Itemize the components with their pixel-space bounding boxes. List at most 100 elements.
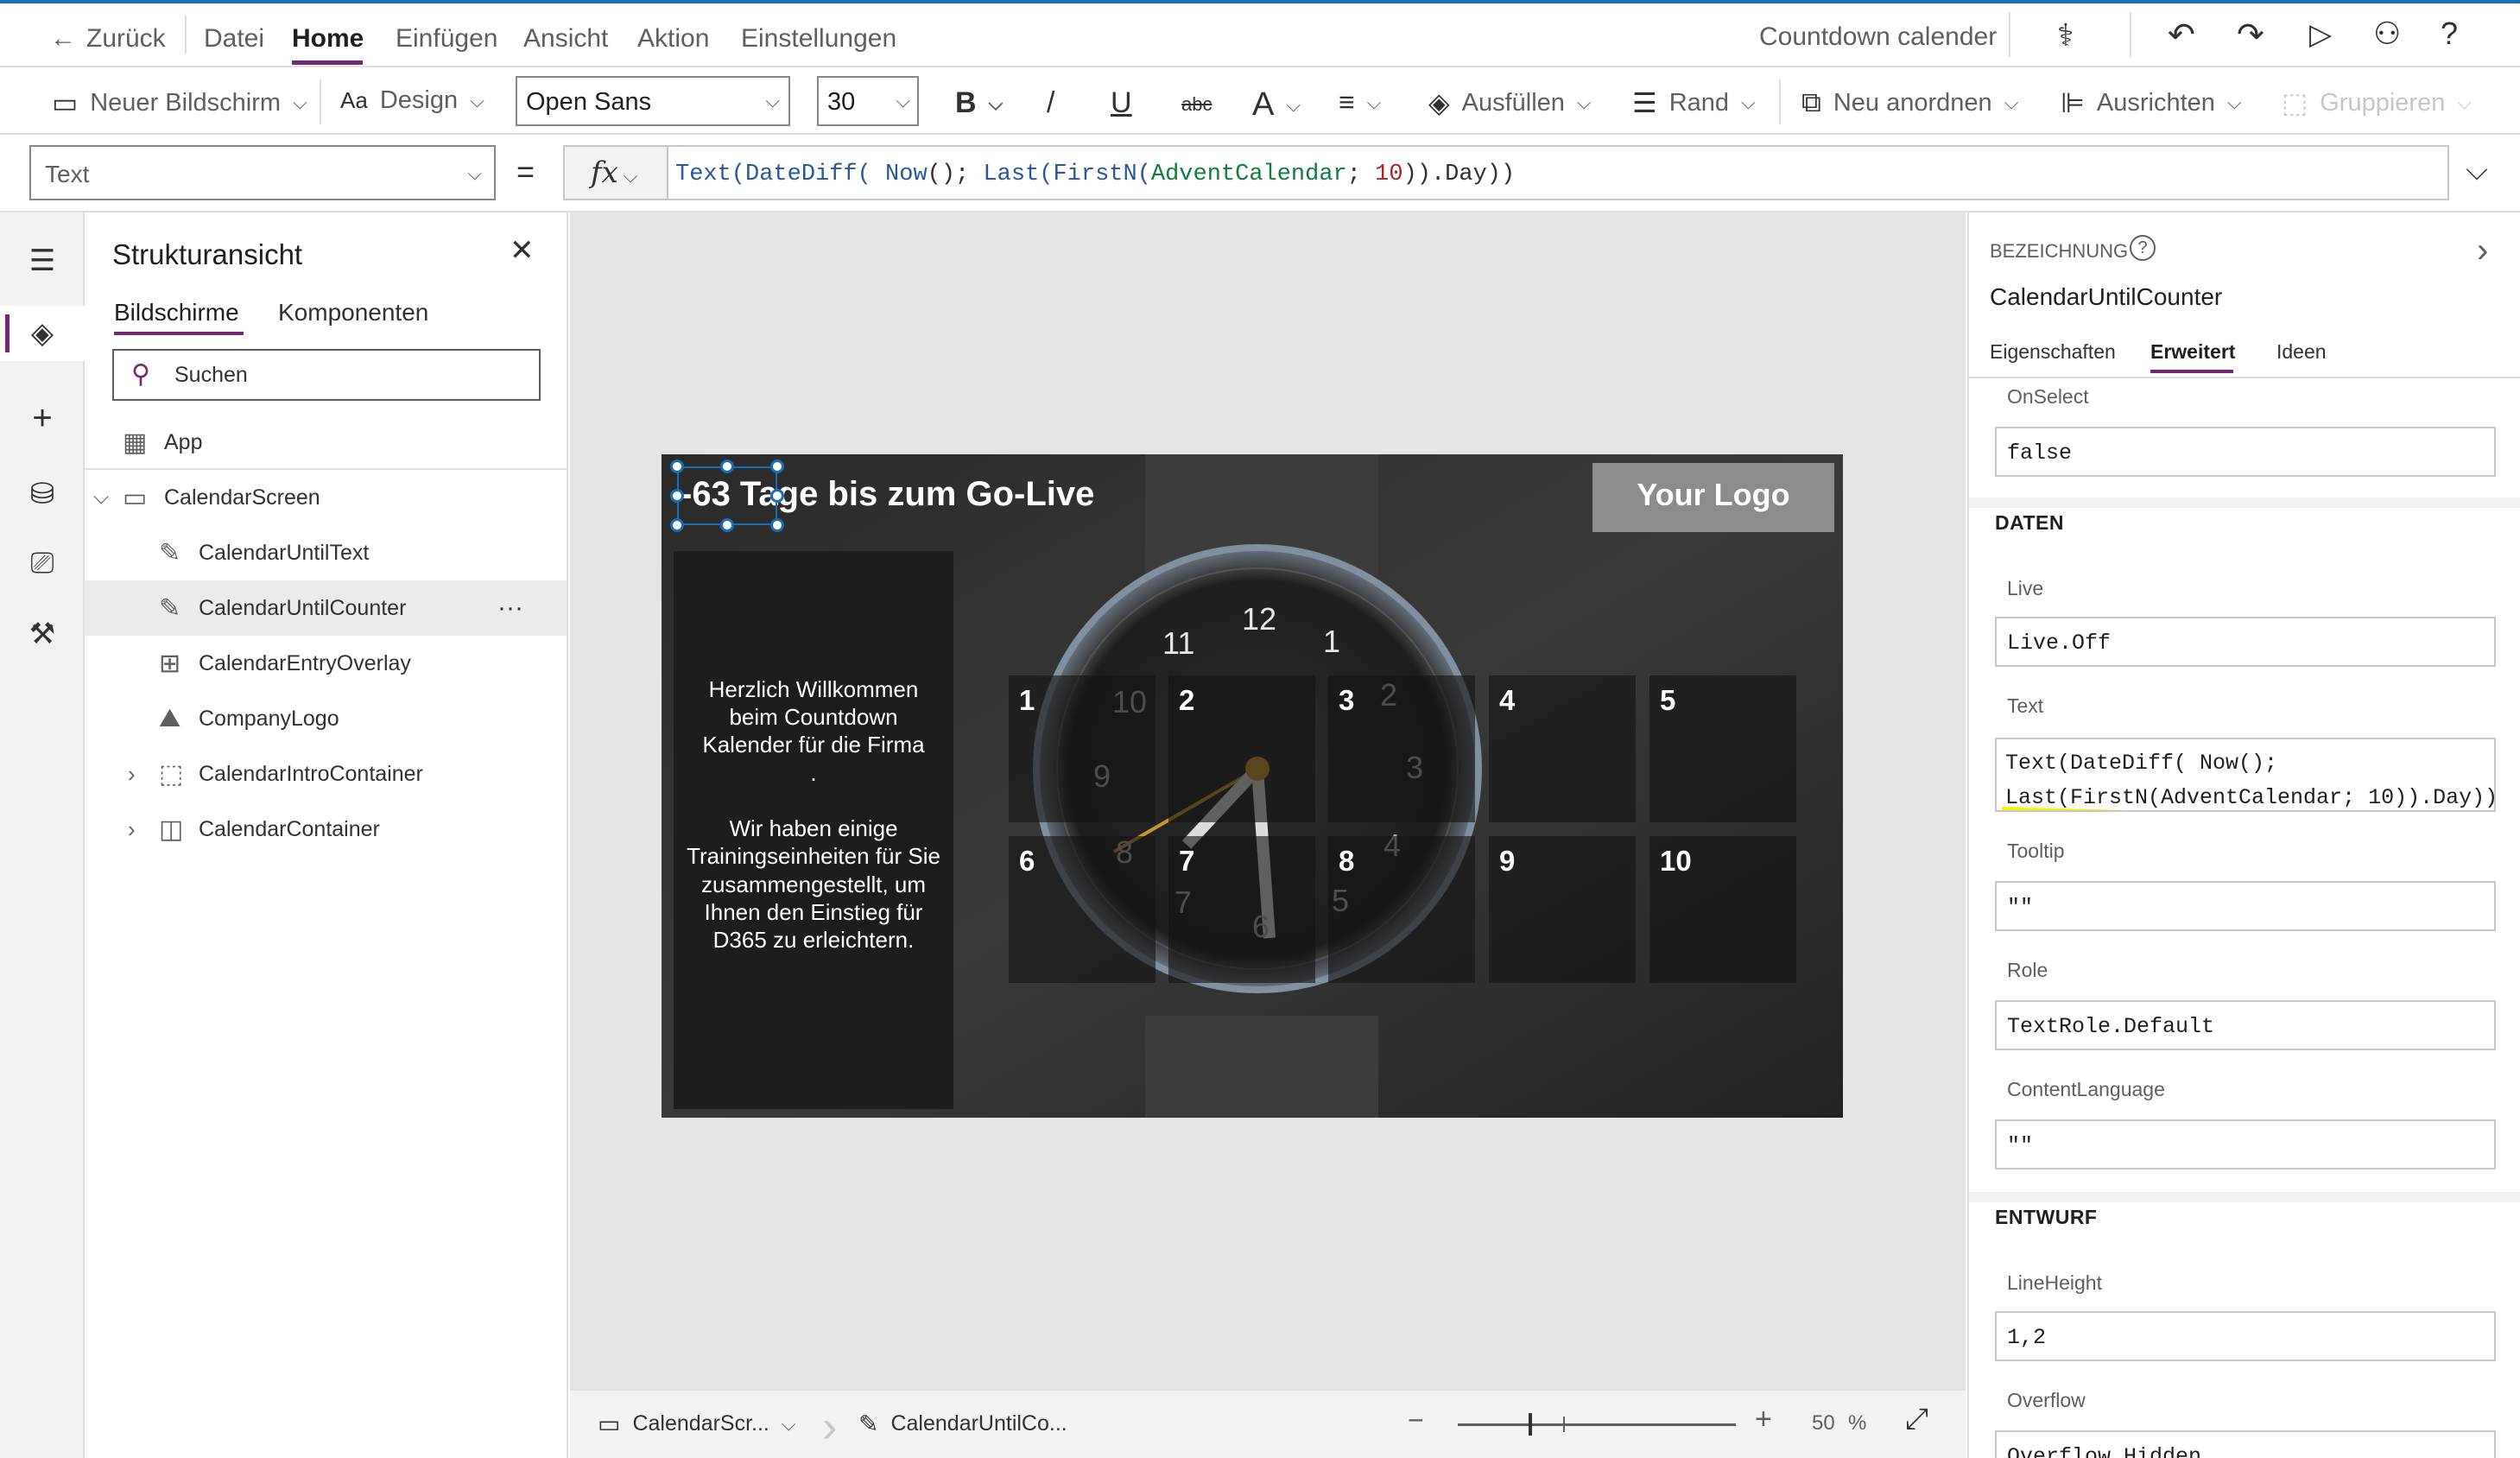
tab-eigenschaften[interactable]: Eigenschaften: [1990, 340, 2116, 364]
calendar-tile[interactable]: 9: [1489, 836, 1636, 983]
chevron-right-icon: ›: [128, 815, 136, 842]
selection-frame: [677, 466, 777, 525]
zoom-out-button[interactable]: −: [1408, 1404, 1424, 1436]
fx-button[interactable]: fx ⌵: [563, 145, 668, 200]
calendar-tile[interactable]: 6: [1009, 836, 1156, 983]
design-button[interactable]: Aa Design ⌵: [340, 86, 484, 115]
overflow-input[interactable]: Overflow.Hidden: [1995, 1430, 2496, 1458]
share-user-icon[interactable]: ⚇: [2373, 16, 2401, 52]
text-input[interactable]: Text(DateDiff( Now(); Last(FirstN(Advent…: [1995, 738, 2496, 812]
underline-button[interactable]: U: [1111, 86, 1132, 120]
section-entwurf: ENTWURF: [1995, 1206, 2098, 1228]
resize-handle[interactable]: [720, 460, 734, 473]
tree-item-calendarscreen[interactable]: ⌵ ▭ CalendarScreen: [85, 470, 567, 525]
active-tab-underline: [2150, 370, 2233, 373]
tree-item-calendarintrocontainer[interactable]: › ⬚ CalendarIntroContainer: [85, 746, 567, 802]
more-options-icon[interactable]: ···: [497, 593, 523, 623]
italic-button[interactable]: /: [1047, 86, 1054, 120]
menu-einfuegen[interactable]: Einfügen: [396, 24, 497, 54]
resize-handle[interactable]: [770, 489, 784, 503]
group-button[interactable]: ⬚ Gruppieren ⌵: [2282, 86, 2472, 119]
contentlanguage-input[interactable]: "": [1995, 1119, 2496, 1170]
expand-formula-icon[interactable]: ⌵: [2449, 145, 2504, 200]
close-icon[interactable]: ✕: [510, 233, 535, 268]
resize-handle[interactable]: [720, 518, 734, 532]
insert-plus-icon[interactable]: +: [0, 390, 85, 446]
fill-button[interactable]: ◈ Ausfüllen ⌵: [1428, 86, 1592, 119]
strikethrough-button[interactable]: abc: [1181, 93, 1212, 116]
tab-bildschirme[interactable]: Bildschirme: [114, 299, 239, 326]
data-cylinder-icon[interactable]: ⛁: [0, 466, 85, 522]
tree-item-companylogo[interactable]: ⛰ CompanyLogo: [85, 691, 567, 746]
resize-handle[interactable]: [770, 460, 784, 473]
hamburger-menu-icon[interactable]: ☰: [0, 233, 85, 288]
calendar-tile[interactable]: 3: [1328, 675, 1475, 822]
tab-erweitert[interactable]: Erweitert: [2150, 340, 2235, 364]
new-screen-button[interactable]: ▭ Neuer Bildschirm ⌵: [52, 86, 307, 119]
undo-icon[interactable]: ↶: [2168, 16, 2195, 54]
calendar-tile[interactable]: 8: [1328, 836, 1475, 983]
menu-ansicht[interactable]: Ansicht: [523, 24, 608, 54]
tooltip-label: Tooltip: [2007, 840, 2065, 862]
live-input[interactable]: Live.Off: [1995, 617, 2496, 667]
formula-input[interactable]: Text(DateDiff( Now(); Last(FirstN(Advent…: [668, 145, 2449, 200]
control-breadcrumb[interactable]: ✎ CalendarUntilCo...: [858, 1410, 1067, 1438]
zoom-in-button[interactable]: +: [1755, 1403, 1772, 1436]
resize-handle[interactable]: [770, 518, 784, 532]
calendar-tile[interactable]: 7: [1168, 836, 1315, 983]
tools-icon[interactable]: ⚒: [0, 606, 85, 662]
tree-item-calendaruntilcounter[interactable]: ✎ CalendarUntilCounter ···: [85, 580, 567, 636]
stethoscope-icon[interactable]: ⚕: [2057, 17, 2074, 54]
media-icon[interactable]: ⎚: [0, 536, 85, 591]
menu-home[interactable]: Home: [292, 24, 364, 54]
zoom-value[interactable]: 50: [1812, 1411, 1835, 1436]
resize-handle[interactable]: [670, 489, 684, 503]
calendar-tile[interactable]: 2: [1168, 675, 1315, 822]
help-icon[interactable]: ?: [2441, 16, 2458, 52]
company-logo[interactable]: Your Logo: [1592, 463, 1834, 532]
calendar-tile[interactable]: 4: [1489, 675, 1636, 822]
font-size-select[interactable]: 30 ⌵: [817, 76, 919, 126]
tooltip-input[interactable]: "": [1995, 881, 2496, 931]
calendar-tile[interactable]: 5: [1649, 675, 1796, 822]
calendar-tile[interactable]: 1: [1009, 675, 1156, 822]
tree-item-calendarentryoverlay[interactable]: ⊞ CalendarEntryOverlay: [85, 636, 567, 691]
calendar-tile[interactable]: 10: [1649, 836, 1796, 983]
tree-item-calendarcontainer[interactable]: › ◫ CalendarContainer: [85, 802, 567, 857]
resize-handle[interactable]: [670, 460, 684, 473]
resize-handle[interactable]: [670, 518, 684, 532]
lineheight-input[interactable]: 1,2: [1995, 1311, 2496, 1361]
text-align-button[interactable]: ≡ ⌵: [1339, 86, 1381, 118]
control-name[interactable]: CalendarUntilCounter: [1990, 283, 2222, 311]
border-button[interactable]: ☰ Rand ⌵: [1632, 86, 1756, 119]
search-input[interactable]: ⚲ Suchen: [112, 349, 541, 401]
menu-aktion[interactable]: Aktion: [637, 24, 709, 54]
play-icon[interactable]: ▷: [2309, 17, 2332, 52]
redo-icon[interactable]: ↷: [2237, 16, 2264, 54]
app-preview[interactable]: 12 1 2 3 4 5 6 7 8 9 10 11 -63 Tage bis …: [662, 454, 1843, 1118]
font-family-select[interactable]: Open Sans ⌵: [516, 76, 790, 126]
role-input[interactable]: TextRole.Default: [1995, 1000, 2496, 1050]
help-icon[interactable]: ?: [2130, 235, 2156, 261]
onselect-input[interactable]: false: [1995, 427, 2496, 477]
property-select[interactable]: Text ⌵: [29, 145, 496, 200]
tree-item-app[interactable]: ▦ App: [85, 415, 567, 470]
fit-to-window-icon[interactable]: ⤢: [1905, 1403, 1928, 1436]
screen-breadcrumb[interactable]: ▭ CalendarScr... ⌵: [598, 1410, 796, 1438]
toolbar: ▭ Neuer Bildschirm ⌵ Aa Design ⌵ Open Sa…: [0, 66, 2520, 135]
menu-datei[interactable]: Datei: [204, 24, 264, 54]
tree-view-icon[interactable]: ◈: [0, 306, 85, 361]
menu-einstellungen[interactable]: Einstellungen: [741, 24, 896, 54]
font-color-button[interactable]: A ⌵: [1252, 86, 1301, 124]
tree-view-panel: Strukturansicht ✕ Bildschirme Komponente…: [85, 212, 568, 1458]
tree-item-calendaruntiltext[interactable]: ✎ CalendarUntilText: [85, 525, 567, 580]
align-button[interactable]: ⊫ Ausrichten ⌵: [2061, 86, 2242, 119]
back-button[interactable]: ← Zurück: [50, 24, 166, 54]
reorder-button[interactable]: ⧉ Neu anordnen ⌵: [1801, 86, 2018, 119]
zoom-slider-track[interactable]: [1458, 1423, 1736, 1426]
tab-komponenten[interactable]: Komponenten: [278, 299, 428, 326]
bold-button[interactable]: B ⌵: [955, 86, 1003, 120]
zoom-slider-thumb[interactable]: [1529, 1413, 1532, 1436]
collapse-panel-icon[interactable]: ›: [2477, 231, 2488, 270]
tab-ideen[interactable]: Ideen: [2276, 340, 2327, 364]
